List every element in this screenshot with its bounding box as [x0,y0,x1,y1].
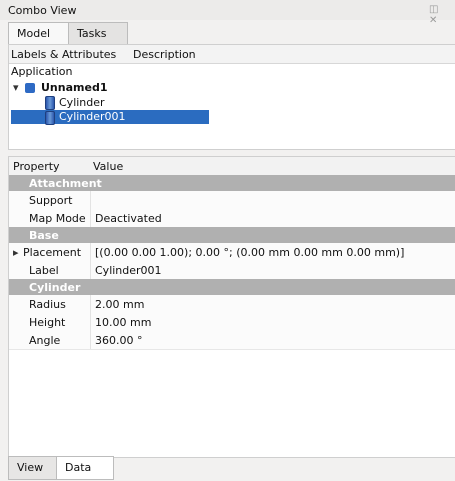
window-title: Combo View [8,4,77,17]
property-row-height[interactable]: Height 10.00 mm [9,313,455,332]
property-value[interactable]: Deactivated [95,212,162,225]
combo-view: Combo View ◫ ✕ Model Tasks Labels & Attr… [0,0,455,481]
chevron-right-icon[interactable]: ▸ [13,246,19,259]
group-title: Base [29,229,59,242]
tree-panel: Labels & Attributes Description Applicat… [8,44,455,150]
tree-headers: Labels & Attributes Description [9,45,455,64]
property-row-radius[interactable]: Radius 2.00 mm [9,295,455,314]
close-icon[interactable]: ✕ [429,15,437,26]
property-name: Height [29,316,66,329]
property-value[interactable]: [(0.00 0.00 1.00); 0.00 °; (0.00 mm 0.00… [95,246,404,259]
column-divider [90,209,91,227]
property-value[interactable]: Cylinder001 [95,264,162,277]
value-header[interactable]: Value [93,160,123,173]
tab-data[interactable]: Data [56,456,114,480]
property-value[interactable]: 360.00 ° [95,334,143,347]
property-name: Radius [29,298,66,311]
title-bar: Combo View ◫ ✕ [0,0,455,26]
group-cylinder[interactable]: Cylinder [9,279,455,295]
property-name: Support [29,194,73,207]
column-divider [90,191,91,209]
tree-application[interactable]: Application [11,65,72,78]
property-name: Placement [23,246,82,259]
property-row-angle[interactable]: Angle 360.00 ° [9,331,455,350]
property-row-map-mode[interactable]: Map Mode Deactivated [9,209,455,228]
tab-tasks[interactable]: Tasks [68,22,128,45]
tree-node-label: Unnamed1 [41,81,108,94]
tree-node-cylinder001[interactable]: Cylinder001 [11,110,209,125]
tree-header-labels[interactable]: Labels & Attributes [11,48,116,61]
cylinder-icon [45,111,55,125]
title-buttons: ◫ ✕ [429,4,449,26]
property-name: Angle [29,334,61,347]
property-value[interactable]: 10.00 mm [95,316,151,329]
property-row-placement[interactable]: ▸ Placement [(0.00 0.00 1.00); 0.00 °; (… [9,243,455,262]
group-attachment[interactable]: Attachment [9,175,455,191]
property-name: Map Mode [29,212,86,225]
property-headers: Property Value [9,157,455,176]
column-divider [90,261,91,279]
property-row-support[interactable]: Support [9,191,455,210]
property-value[interactable]: 2.00 mm [95,298,144,311]
group-title: Cylinder [29,281,81,294]
property-name: Label [29,264,59,277]
group-base[interactable]: Base [9,227,455,243]
property-panel: Property Value Attachment Support Map Mo… [8,156,455,458]
tree-node-label: Cylinder001 [59,110,126,123]
column-divider [90,313,91,331]
tree-header-description[interactable]: Description [133,48,196,61]
tab-model[interactable]: Model [8,22,70,45]
property-header[interactable]: Property [13,160,60,173]
column-divider [90,331,91,349]
document-icon [25,83,35,93]
tree-node-label: Cylinder [59,96,105,109]
cylinder-icon [45,96,55,110]
column-divider [90,243,91,261]
column-divider [90,295,91,313]
group-title: Attachment [29,177,102,190]
float-icon[interactable]: ◫ [429,4,438,15]
chevron-down-icon[interactable]: ▾ [13,81,23,94]
property-row-label[interactable]: Label Cylinder001 [9,261,455,280]
